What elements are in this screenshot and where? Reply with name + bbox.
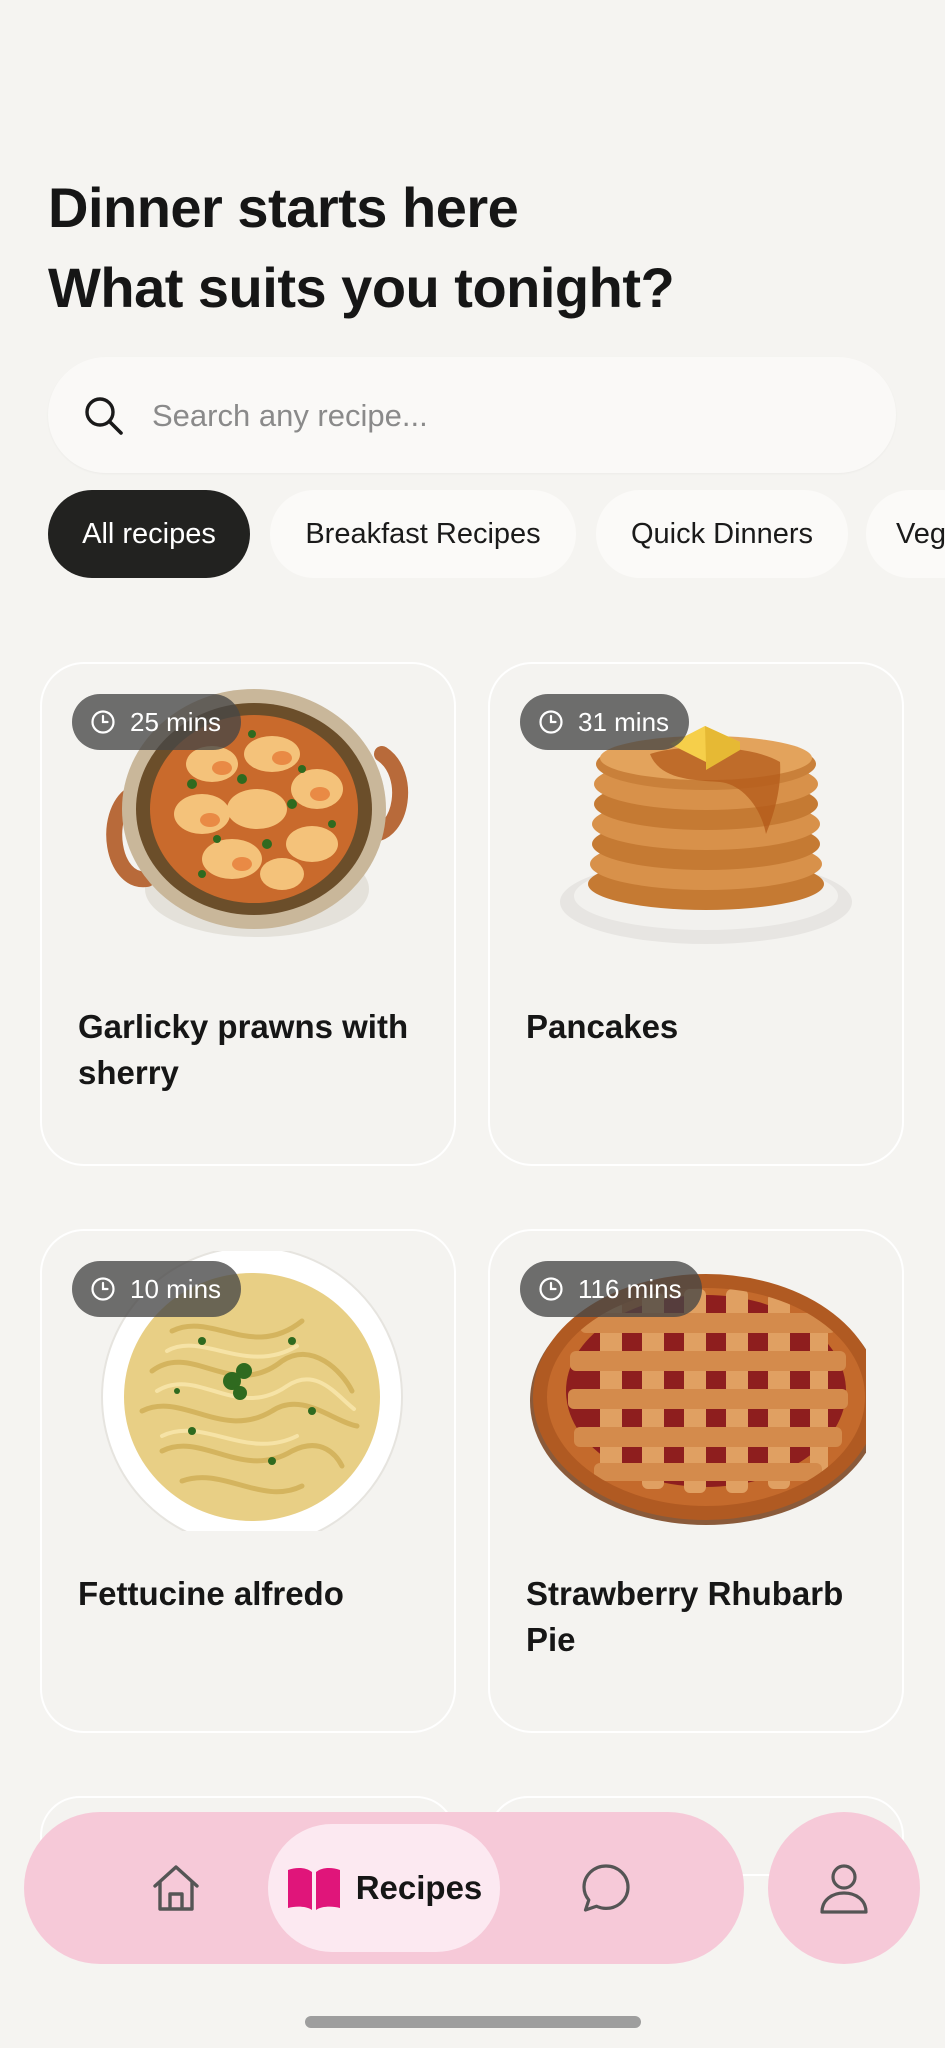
recipe-card[interactable]: 116 mins Strawberry Rhubarb Pie bbox=[488, 1229, 904, 1733]
clock-icon bbox=[539, 1277, 563, 1301]
user-icon bbox=[820, 1864, 868, 1914]
time-badge: 25 mins bbox=[72, 694, 242, 750]
recipe-title: Pancakes bbox=[526, 1008, 679, 1045]
time-text: 31 mins bbox=[578, 706, 670, 737]
time-badge: 116 mins bbox=[520, 1261, 702, 1317]
book-icon bbox=[287, 1867, 340, 1910]
nav-recipes[interactable]: Recipes bbox=[268, 1824, 500, 1952]
clock-icon bbox=[91, 710, 115, 734]
recipe-card[interactable]: 10 mins Fettucine alfredo bbox=[40, 1229, 456, 1733]
recipe-card[interactable]: 31 mins Pancakes bbox=[488, 662, 904, 1166]
headline-line-2: What suits you tonight? bbox=[48, 256, 675, 319]
time-badge: 10 mins bbox=[72, 1261, 242, 1317]
recipe-title: Garlicky prawns with sherry bbox=[78, 1008, 409, 1091]
chip-quick-dinners[interactable]: Quick Dinners bbox=[596, 490, 848, 578]
profile-button[interactable] bbox=[768, 1812, 920, 1964]
chip-all-recipes[interactable]: All recipes bbox=[48, 490, 250, 578]
chat-icon bbox=[582, 1864, 630, 1912]
recipe-card[interactable]: 25 mins Garlicky prawns with sherry bbox=[40, 662, 456, 1166]
search-input[interactable]: Search any recipe... bbox=[152, 388, 428, 444]
time-text: 116 mins bbox=[578, 1273, 682, 1304]
headline-line-1: Dinner starts here bbox=[48, 176, 519, 239]
time-text: 10 mins bbox=[130, 1273, 222, 1304]
chip-breakfast-recipes[interactable]: Breakfast Recipes bbox=[270, 490, 576, 578]
clock-icon bbox=[91, 1277, 115, 1301]
recipe-title: Strawberry Rhubarb Pie bbox=[526, 1575, 844, 1658]
clock-icon bbox=[539, 710, 563, 734]
bottom-nav: Recipes bbox=[24, 1812, 744, 1964]
nav-home[interactable] bbox=[114, 1812, 238, 1964]
home-icon bbox=[153, 1865, 199, 1911]
time-text: 25 mins bbox=[130, 706, 222, 737]
filter-chips: All recipes Breakfast Recipes Quick Dinn… bbox=[0, 490, 945, 580]
search-icon bbox=[85, 397, 123, 435]
nav-recipes-label: Recipes bbox=[355, 1869, 483, 1906]
recipe-title: Fettucine alfredo bbox=[78, 1575, 344, 1612]
chip-veg[interactable]: Veg bbox=[866, 490, 945, 578]
nav-chat[interactable] bbox=[544, 1812, 668, 1964]
home-indicator bbox=[305, 2016, 641, 2028]
page-headline: Dinner starts here What suits you tonigh… bbox=[48, 168, 675, 328]
time-badge: 31 mins bbox=[520, 694, 690, 750]
